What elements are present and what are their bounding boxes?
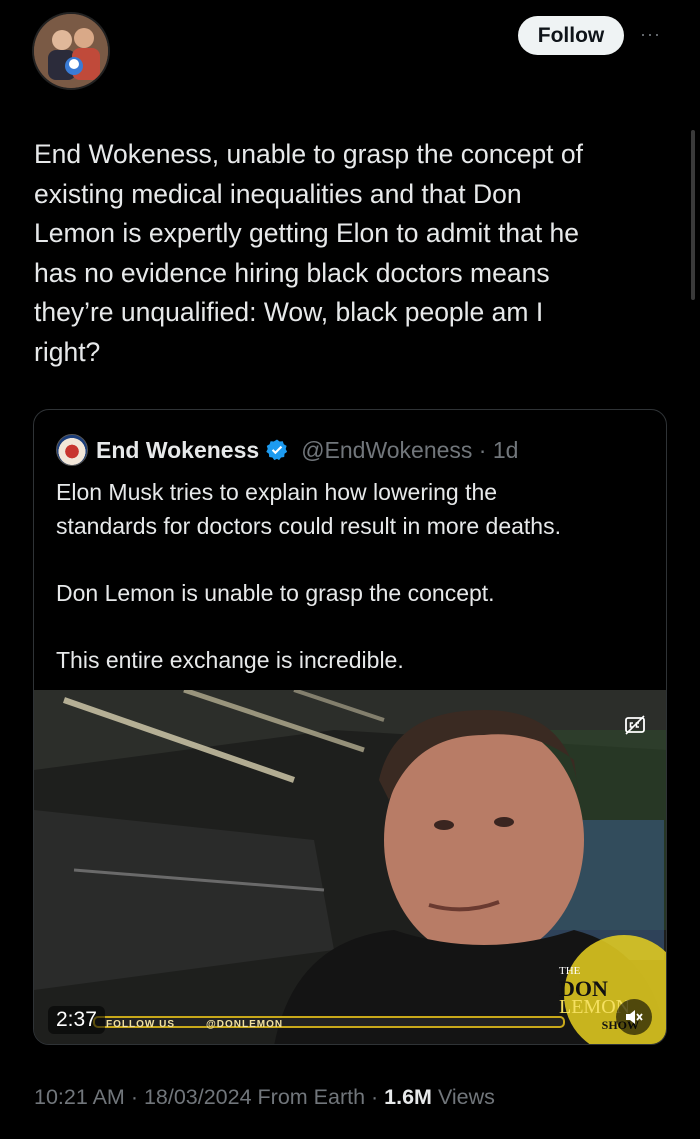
follow-button[interactable]: Follow <box>518 16 624 55</box>
view-count: 1.6M <box>384 1085 432 1109</box>
scrollbar[interactable] <box>691 130 695 300</box>
timestamp[interactable]: 10:21 AM · 18/03/2024 From Earth · <box>34 1085 384 1109</box>
tweet-text: End Wokeness, unable to grasp the concep… <box>34 139 584 367</box>
verified-badge-icon <box>266 439 288 461</box>
quoted-author-name[interactable]: End Wokeness <box>96 437 259 464</box>
speaker-muted-icon <box>626 1010 643 1024</box>
views-label: Views <box>431 1085 495 1109</box>
tweet-header: Follow ··· <box>0 0 700 120</box>
video-overlay-follow: FOLLOW US <box>106 1019 175 1030</box>
quoted-tweet-text: Elon Musk tries to explain how lowering … <box>56 479 561 673</box>
video-overlay-handle: @DONLEMON <box>206 1019 284 1030</box>
quoted-handle-time: @EndWokeness · 1d <box>301 436 519 463</box>
quoted-tweet-header: End Wokeness @EndWokeness · 1d <box>56 432 518 468</box>
quoted-avatar[interactable] <box>56 434 88 466</box>
avatar[interactable] <box>32 12 110 90</box>
video-player[interactable]: FOLLOW US @DONLEMON THE DON LEMON SHOW 2… <box>34 690 666 1044</box>
more-options-icon[interactable]: ··· <box>640 24 666 44</box>
captions-icon[interactable] <box>624 714 646 736</box>
tweet-meta: 10:21 AM · 18/03/2024 From Earth · 1.6M … <box>34 1085 495 1110</box>
video-duration: 2:37 <box>48 1006 105 1034</box>
mute-button[interactable] <box>616 999 652 1035</box>
quoted-tweet[interactable]: End Wokeness @EndWokeness · 1d Elon Musk… <box>33 409 667 1045</box>
